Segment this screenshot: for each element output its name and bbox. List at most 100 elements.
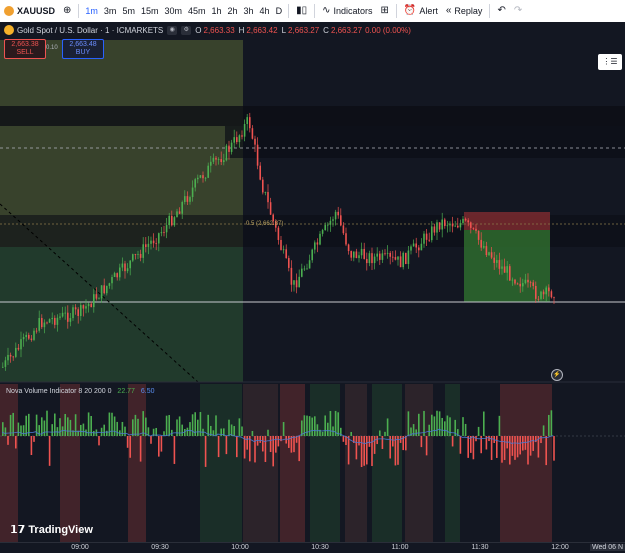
candle-body [516,283,519,285]
candle-body [77,309,79,316]
symbol-search[interactable]: XAUUSD [0,0,59,22]
candle-body [451,223,454,227]
candle-body [480,239,482,248]
volume-bar [251,430,254,436]
volume-bar [441,417,443,436]
volume-bar [124,426,126,436]
volume-bar [30,436,33,456]
candle-body [314,242,316,250]
alert-button[interactable]: ⏰ Alert [400,0,442,22]
candle-body [116,273,118,278]
volume-bar [20,425,22,436]
volume-bar [59,418,61,436]
chart-title[interactable]: Gold Spot / U.S. Dollar · 1 · ICMARKETS [17,26,163,35]
candle-body [303,268,306,270]
indicator-band [405,384,433,542]
timeframe-1h[interactable]: 1h [209,0,225,22]
volume-bar [98,436,100,446]
volume-bar [501,436,503,463]
timeframe-30m[interactable]: 30m [161,0,185,22]
eye-icon[interactable]: ◉ [167,25,178,35]
layouts-button[interactable]: ⊞ [377,0,393,22]
chart-type-button[interactable]: ▮▯ [292,0,311,22]
stop-loss-box[interactable] [464,212,550,230]
volume-bar [415,429,417,436]
candle-body [509,266,511,281]
indicator-band [500,384,552,542]
candle-body [342,225,345,234]
candle-body [184,196,186,203]
buy-button[interactable]: 2,663.48 BUY [62,39,104,59]
candle-body [363,248,365,259]
candle-body [12,356,14,358]
timeframe-2h[interactable]: 2h [225,0,241,22]
indicator-band [128,384,146,542]
volume-bar [431,414,433,436]
timeframe-D[interactable]: D [273,0,286,22]
alert-flag-icon[interactable]: ⚡ [551,369,563,381]
volume-bar [254,436,256,463]
candle-body [316,242,319,245]
volume-bar [85,429,87,436]
volume-bar [186,427,189,436]
volume-bar [51,424,53,436]
plus-circle-icon: ⊕ [63,5,72,16]
object-tree-button[interactable]: ⋮☰ [598,54,622,70]
volume-bar [168,415,170,436]
timeframe-group: 1m 3m 5m 15m 30m 45m 1h 2h 3h 4h D [82,0,285,22]
timeframe-5m[interactable]: 5m [119,0,138,22]
candle-body [35,330,38,332]
indicators-button[interactable]: ∿ Indicators [318,0,376,22]
timeframe-3h[interactable]: 3h [241,0,257,22]
chart-canvas[interactable] [0,22,625,542]
timeframe-45m[interactable]: 45m [185,0,209,22]
volume-bar [285,436,287,444]
candle-body [256,144,259,166]
timeframe-1m[interactable]: 1m [82,0,101,22]
volume-bar [277,436,280,447]
candle-body [553,297,555,299]
candle-body [366,258,368,264]
candle-body [397,256,399,260]
candle-body [249,117,251,129]
time-axis[interactable]: 09:00 09:30 10:00 10:30 11:00 11:30 12:0… [0,542,625,553]
volume-bar [545,436,547,466]
close-value: 2,663.27 [330,25,363,35]
volume-bar [189,422,191,436]
candle-body [415,243,417,248]
undo-button[interactable]: ↶ [493,0,509,22]
volume-bar [108,412,111,436]
indicator-title[interactable]: Nova Volume Indicator 8 20 200 0 [6,388,111,395]
change-value: 0.00 (0.00%) [365,25,411,35]
candle-body [165,225,168,233]
candle-body [225,145,228,161]
compare-button[interactable]: ⊕ [59,0,75,22]
candle-body [69,318,72,322]
settings-icon[interactable]: ⚙ [181,25,192,35]
candle-body [334,211,337,220]
candle-body [290,267,293,285]
tradingview-logo[interactable]: 𝟭𝟳 TradingView [10,523,93,537]
candle-body [529,282,532,284]
candle-body [80,305,82,316]
replay-button[interactable]: « Replay [442,0,487,22]
timeframe-15m[interactable]: 15m [138,0,162,22]
candle-body [371,253,373,264]
redo-button[interactable]: ↷ [510,0,526,22]
candle-body [147,243,150,247]
indicator-band [60,384,80,542]
logo-text: TradingView [28,523,93,536]
candle-body [168,215,170,226]
volume-bar [134,414,137,436]
candle-body [38,318,40,331]
candle-body [402,252,404,268]
timeframe-3m[interactable]: 3m [101,0,120,22]
time-label: 10:00 [231,544,249,551]
candle-body [324,225,326,231]
volume-bar [314,416,316,436]
candle-body [121,263,124,268]
timeframe-4h[interactable]: 4h [257,0,273,22]
volume-bar [43,420,46,436]
sell-button[interactable]: 2,663.38 SELL [4,39,46,59]
volume-bar [490,436,493,460]
